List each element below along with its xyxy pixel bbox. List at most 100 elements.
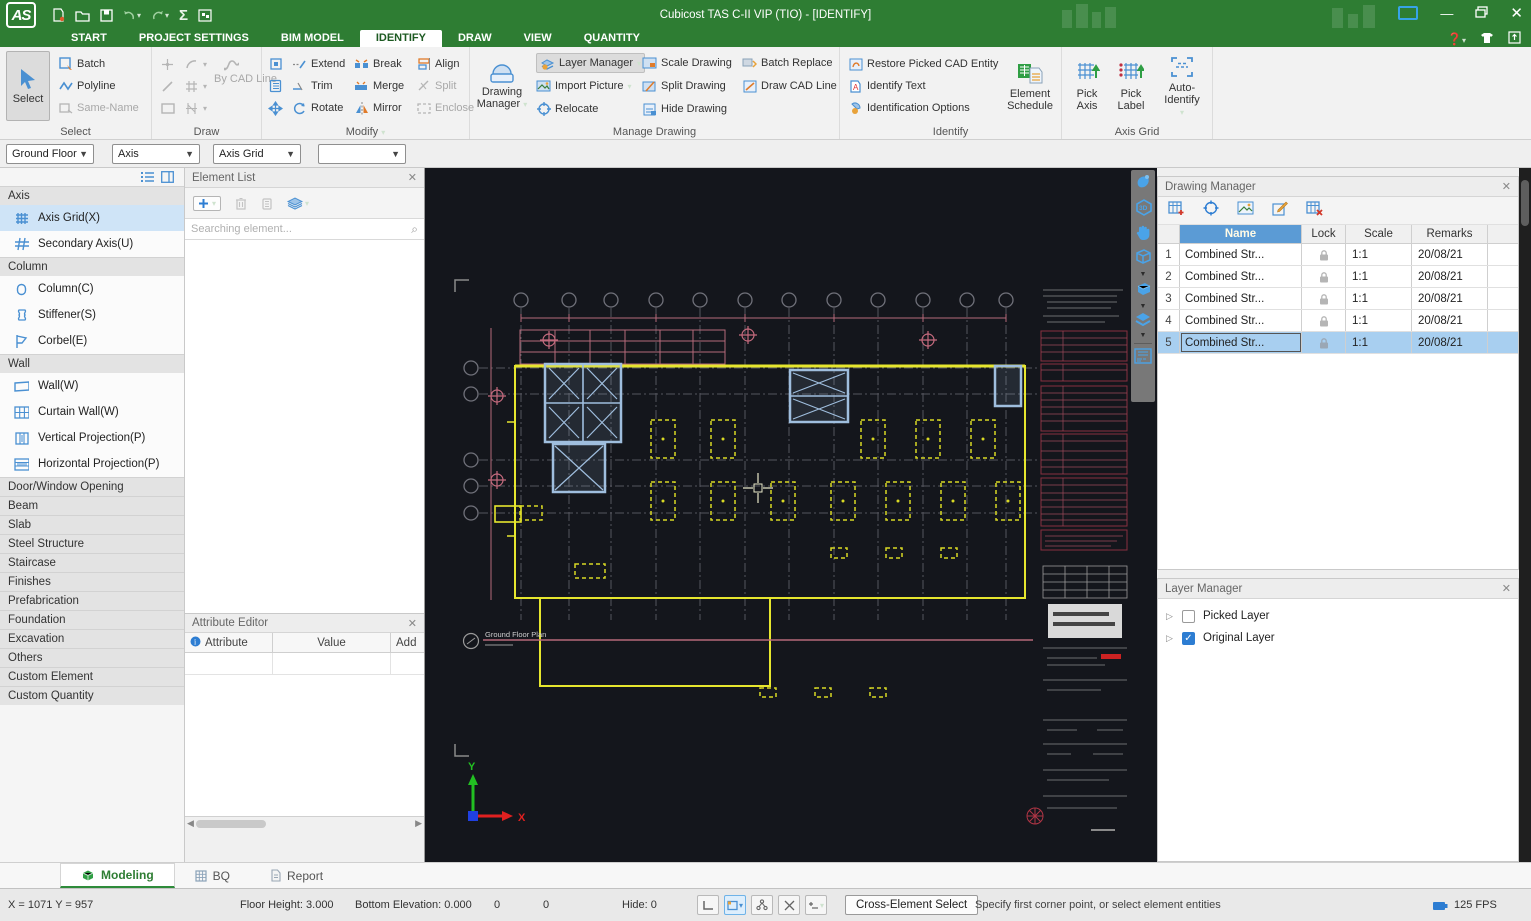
- right-scrollbar[interactable]: [1519, 168, 1531, 862]
- sidebar-section-custom-quantity[interactable]: Custom Quantity: [0, 686, 184, 705]
- sidebar-section-door-window[interactable]: Door/Window Opening: [0, 477, 184, 496]
- element-list-close-icon[interactable]: ✕: [408, 171, 417, 184]
- tab-start[interactable]: START: [55, 30, 123, 47]
- cross-element-select-button[interactable]: Cross-Element Select: [845, 895, 978, 915]
- draw-point-button[interactable]: [160, 54, 175, 74]
- store-icon[interactable]: [1480, 32, 1494, 47]
- layers-view-icon[interactable]: [1134, 312, 1152, 331]
- batch-replace-button[interactable]: Batch Replace: [742, 53, 833, 73]
- export-icon[interactable]: [1508, 31, 1521, 47]
- extra-select[interactable]: ▼: [318, 144, 406, 164]
- polyline-button[interactable]: Polyline: [58, 76, 116, 96]
- lock-icon[interactable]: [1318, 315, 1330, 327]
- feedback-chat-icon[interactable]: [1398, 6, 1418, 20]
- lock-icon[interactable]: [1318, 249, 1330, 261]
- help-button[interactable]: ❓▾: [1447, 32, 1466, 46]
- tab-bim-model[interactable]: BIM MODEL: [265, 30, 360, 47]
- drawing-row-3[interactable]: 3 Combined Str... 1:1 20/08/21: [1158, 288, 1518, 310]
- relocate-button[interactable]: Relocate: [536, 99, 598, 119]
- sidebar-section-slab[interactable]: Slab: [0, 515, 184, 534]
- pick-axis-button[interactable]: Pick Axis: [1066, 51, 1108, 121]
- draw-hatch-button[interactable]: ▾: [184, 76, 207, 96]
- pick-label-button[interactable]: Pick Label: [1110, 51, 1152, 121]
- same-name-button[interactable]: Same-Name: [58, 98, 139, 118]
- sidebar-section-foundation[interactable]: Foundation: [0, 610, 184, 629]
- batch-button[interactable]: Batch: [58, 54, 105, 74]
- scroll-right-arrow[interactable]: ▶: [415, 818, 422, 829]
- view-grid-icon[interactable]: [198, 9, 212, 22]
- restore-picked-cad-entity-button[interactable]: Restore Picked CAD Entity: [848, 54, 998, 74]
- break-button[interactable]: Break: [354, 54, 402, 74]
- auto-identify-button[interactable]: Auto-Identify▾: [1154, 51, 1210, 121]
- drawing-image-button[interactable]: [1237, 201, 1254, 220]
- merge-button[interactable]: Merge: [354, 76, 404, 96]
- attribute-editor-close-icon[interactable]: ✕: [408, 617, 417, 630]
- sidebar-item-stiffener[interactable]: Stiffener(S): [0, 302, 184, 328]
- modify-copy-button[interactable]: [268, 76, 283, 96]
- tab-identify[interactable]: IDENTIFY: [360, 30, 442, 47]
- shaded-view-dropdown[interactable]: ▼: [1140, 304, 1147, 310]
- draw-cad-line-button[interactable]: Draw CAD Line: [742, 76, 837, 96]
- draw-arc-button[interactable]: ▾: [184, 54, 207, 74]
- rectangle-select-toggle[interactable]: ▾: [724, 895, 746, 915]
- delete-element-button[interactable]: [235, 197, 247, 210]
- column-header-lock[interactable]: Lock: [1302, 225, 1346, 243]
- sidebar-section-column[interactable]: Column: [0, 257, 184, 276]
- enclose-button[interactable]: Enclose: [416, 98, 474, 118]
- restore-button[interactable]: [1475, 6, 1488, 21]
- 3d-view-icon[interactable]: 3D: [1134, 198, 1153, 221]
- import-picture-button[interactable]: Import Picture▾: [536, 76, 631, 96]
- split-button[interactable]: Split: [416, 76, 456, 96]
- sidebar-section-custom-element[interactable]: Custom Element: [0, 667, 184, 686]
- tab-report[interactable]: Report: [250, 863, 343, 888]
- element-search-input[interactable]: [191, 223, 411, 235]
- locate-drawing-button[interactable]: [1203, 200, 1219, 221]
- lock-icon[interactable]: [1318, 337, 1330, 349]
- column-header-remarks[interactable]: Remarks: [1412, 225, 1488, 243]
- open-folder-icon[interactable]: [75, 9, 90, 22]
- add-element-button[interactable]: ▾: [193, 196, 221, 211]
- layer-manager-button[interactable]: Layer Manager▾: [536, 53, 645, 73]
- sidebar-item-secondary-axis[interactable]: Secondary Axis(U): [0, 231, 184, 257]
- tab-modeling[interactable]: Modeling: [60, 863, 175, 888]
- draw-region-button[interactable]: ▾: [184, 98, 207, 118]
- scroll-left-arrow[interactable]: ◀: [187, 818, 194, 829]
- panel-view-icon[interactable]: [161, 170, 174, 186]
- draw-spline-button[interactable]: [224, 54, 239, 74]
- modify-offset-button[interactable]: [268, 54, 283, 74]
- original-layer-item[interactable]: ▷ ✓ Original Layer: [1158, 627, 1518, 649]
- lock-icon[interactable]: [1318, 271, 1330, 283]
- tab-quantity[interactable]: QUANTITY: [568, 30, 656, 47]
- new-file-icon[interactable]: [52, 8, 65, 22]
- drawing-sheet-icon[interactable]: [1134, 348, 1152, 369]
- drawing-manager-button[interactable]: Drawing Manager ▾: [474, 51, 530, 121]
- pan-hand-icon[interactable]: [1135, 223, 1152, 246]
- drawing-row-5-selected[interactable]: 5 Combined Str... 1:1 20/08/21: [1158, 332, 1518, 354]
- redo-button[interactable]: ▾: [151, 9, 169, 21]
- expand-arrow-icon[interactable]: ▷: [1166, 633, 1174, 644]
- drawing-row-2[interactable]: 2 Combined Str... 1:1 20/08/21: [1158, 266, 1518, 288]
- sidebar-item-horizontal-projection[interactable]: Horizontal Projection(P): [0, 451, 184, 477]
- layers-view-dropdown[interactable]: ▼: [1140, 333, 1147, 339]
- right-scrollbar-thumb[interactable]: [1521, 180, 1529, 226]
- add-drawing-button[interactable]: [1168, 200, 1185, 221]
- close-button[interactable]: ✕: [1510, 4, 1523, 22]
- minimize-button[interactable]: —: [1440, 6, 1453, 21]
- draw-line-button[interactable]: [160, 76, 175, 96]
- column-header-name[interactable]: Name: [1180, 225, 1302, 243]
- sidebar-item-corbel[interactable]: Corbel(E): [0, 328, 184, 354]
- align-button[interactable]: Align: [416, 54, 459, 74]
- undo-button[interactable]: ▾: [123, 9, 141, 21]
- element-schedule-button[interactable]: Element Schedule: [1002, 51, 1058, 121]
- save-icon[interactable]: [100, 9, 113, 22]
- expand-arrow-icon[interactable]: ▷: [1166, 611, 1174, 622]
- sidebar-section-excavation[interactable]: Excavation: [0, 629, 184, 648]
- tab-view[interactable]: VIEW: [508, 30, 568, 47]
- element-layers-button[interactable]: ▾: [287, 197, 309, 210]
- drawing-row-4[interactable]: 4 Combined Str... 1:1 20/08/21: [1158, 310, 1518, 332]
- sidebar-item-axis-grid[interactable]: Axis Grid(X): [0, 205, 184, 231]
- snap-node-toggle[interactable]: [751, 895, 773, 915]
- wireframe-view-dropdown[interactable]: ▼: [1140, 272, 1147, 278]
- modify-move-button[interactable]: [268, 98, 283, 118]
- copy-element-button[interactable]: [261, 197, 273, 210]
